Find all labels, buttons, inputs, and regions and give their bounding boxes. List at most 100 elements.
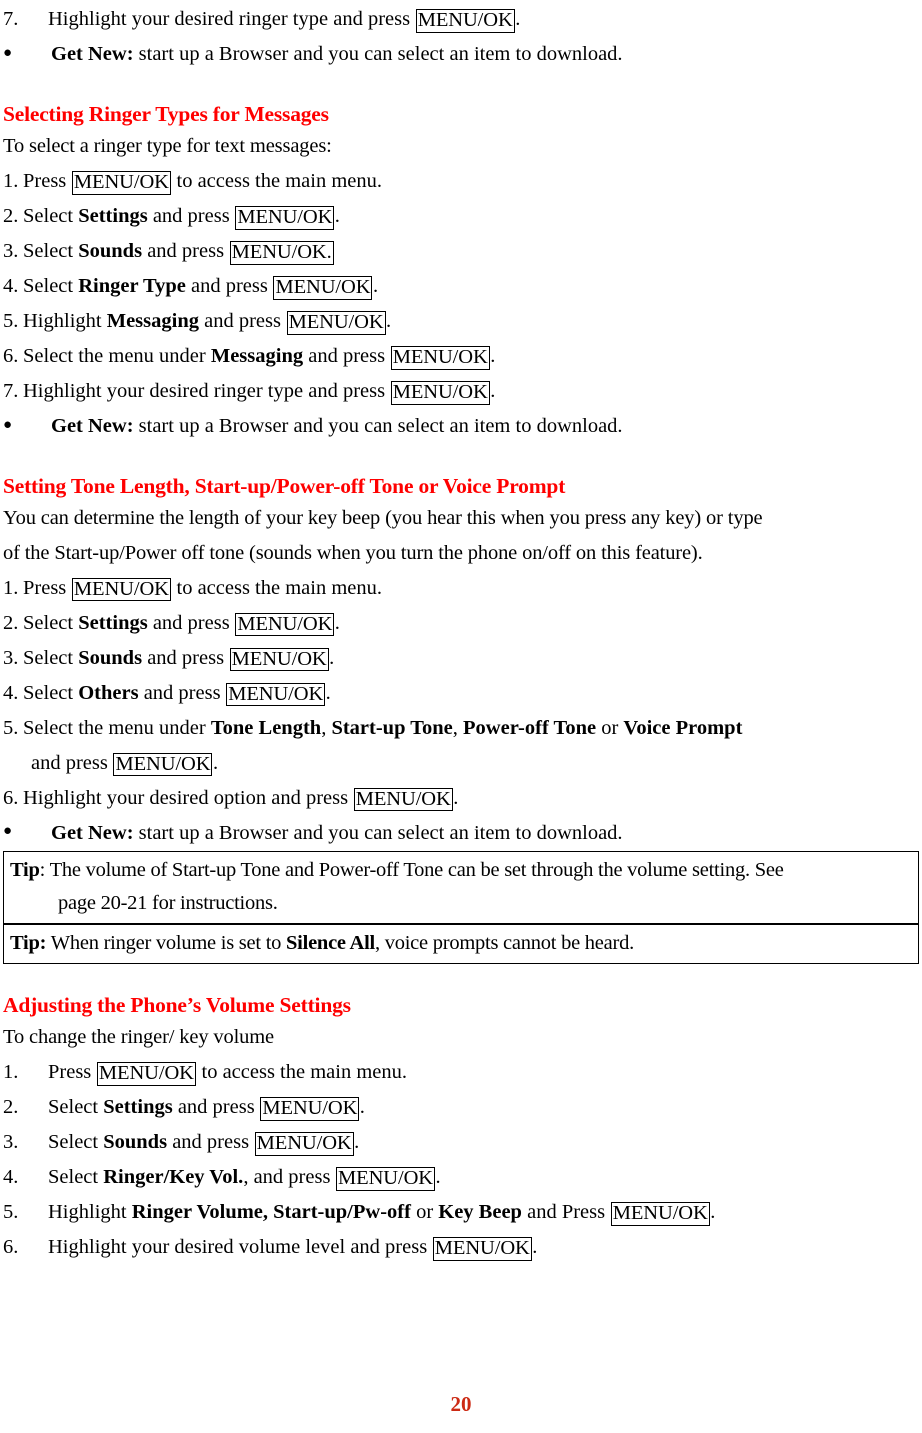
list-item: 3. Select Sounds and press MENU/OK. bbox=[3, 641, 919, 676]
list-item: 1. Press MENU/OK to access the main menu. bbox=[3, 1055, 919, 1090]
step-text: Highlight bbox=[23, 309, 107, 332]
key-menu-ok: MENU/OK bbox=[273, 275, 373, 300]
menu-name: Sounds bbox=[78, 239, 143, 262]
menu-name: Others bbox=[78, 681, 139, 704]
step-text-after: . bbox=[334, 611, 340, 634]
list-marker: 7. bbox=[3, 379, 19, 402]
list-item-continuation: and press MENU/OK. bbox=[3, 746, 919, 781]
menu-name: Silence All bbox=[286, 932, 375, 955]
step-text: Press bbox=[23, 576, 72, 599]
step-text: Highlight bbox=[48, 1201, 132, 1224]
tip-text: When ringer volume is set to bbox=[50, 932, 287, 955]
step-text-mid: and press bbox=[147, 204, 235, 227]
list-item: 6. Highlight your desired option and pres… bbox=[3, 781, 919, 816]
section-heading-volume: Adjusting the Phone’s Volume Settings bbox=[3, 993, 351, 1018]
bullet-dot-icon: ● bbox=[3, 416, 13, 433]
key-menu-ok: MENU/OK bbox=[71, 170, 171, 195]
list-item: 7. Highlight your desired ringer type and… bbox=[3, 2, 919, 37]
get-new-text: start up a Browser and you can select an… bbox=[133, 821, 623, 844]
step-text-after: . bbox=[710, 1201, 716, 1224]
step-text-after: . bbox=[490, 379, 496, 402]
step-text-after: . bbox=[490, 344, 496, 367]
list-marker: 5. bbox=[3, 1201, 19, 1224]
step-text: Highlight your desired option and press bbox=[23, 786, 354, 809]
key-menu-ok: MENU/OK bbox=[260, 1097, 360, 1122]
key-menu-ok: MENU/OK bbox=[336, 1167, 436, 1192]
list-item: 3. Select Sounds and press MENU/OK. bbox=[3, 234, 919, 269]
list-marker: 4. bbox=[3, 274, 19, 297]
bullet-dot-icon: ● bbox=[3, 44, 13, 61]
list-marker: 6. bbox=[3, 786, 19, 809]
key-menu-ok: MENU/OK bbox=[432, 1237, 532, 1262]
list-item: 3. Select Sounds and press MENU/OK. bbox=[3, 1125, 919, 1160]
step-text-after: . bbox=[325, 681, 331, 704]
bullet-item-get-new: ● Get New: start up a Browser and you can… bbox=[3, 816, 919, 852]
step-text: Select bbox=[48, 1166, 104, 1189]
get-new-label: Get New: bbox=[51, 821, 134, 844]
menu-name: Sounds bbox=[103, 1131, 168, 1154]
section-intro-volume: To change the ringer/ key volume bbox=[3, 1026, 274, 1049]
list-item: 6. Select the menu under Messaging and pr… bbox=[3, 339, 919, 374]
step-text-after: . bbox=[435, 1166, 441, 1189]
key-menu-ok: MENU/OK bbox=[71, 577, 171, 602]
menu-name: Sounds bbox=[78, 646, 143, 669]
list-item: 6. Highlight your desired volume level an… bbox=[3, 1230, 919, 1265]
key-menu-ok: MENU/OK bbox=[353, 787, 453, 812]
step-text-mid: and press bbox=[147, 611, 235, 634]
tip-label: Tip: bbox=[10, 932, 47, 955]
key-menu-ok: MENU/OK bbox=[235, 612, 335, 637]
tip-line: Tip: The volume of Start-up Tone and Pow… bbox=[10, 854, 912, 887]
separator: or bbox=[596, 716, 624, 739]
key-menu-ok: MENU/OK bbox=[235, 205, 335, 230]
step-text-mid: and press bbox=[142, 239, 230, 262]
menu-name: Voice Prompt bbox=[623, 716, 743, 739]
step-text: Select the menu under bbox=[23, 344, 211, 367]
tip-line: Tip: When ringer volume is set to Silenc… bbox=[10, 927, 912, 960]
step-text-mid: , and press bbox=[243, 1166, 336, 1189]
step-text-after: . bbox=[212, 751, 219, 774]
menu-name: Settings bbox=[78, 611, 148, 634]
list-marker: 5. bbox=[3, 309, 19, 332]
step-text-after: . bbox=[515, 8, 521, 30]
step-text: Highlight your desired volume level and … bbox=[48, 1236, 433, 1259]
step-text-after: . bbox=[359, 1096, 365, 1119]
list-item: 7. Highlight your desired ringer type and… bbox=[3, 374, 919, 409]
key-menu-ok: MENU/OK bbox=[390, 380, 490, 405]
section-intro-tone-line2: of the Start-up/Power off tone (sounds w… bbox=[3, 541, 703, 564]
bullet-item-get-new: ● Get New: start up a Browser and you can… bbox=[3, 37, 919, 73]
step-text-after: . bbox=[372, 274, 379, 297]
list-item: 2. Select Settings and press MENU/OK. bbox=[3, 1090, 919, 1125]
step-text: Select bbox=[23, 611, 79, 634]
list-marker: 1. bbox=[3, 576, 19, 599]
menu-name: Start-up Tone bbox=[331, 716, 453, 739]
step-text: Select bbox=[23, 239, 79, 262]
step-text-after: . bbox=[334, 204, 340, 227]
list-marker: 7. bbox=[3, 8, 19, 30]
step-text-mid: and press bbox=[303, 344, 391, 367]
menu-name: Settings bbox=[103, 1096, 173, 1119]
step-text: Select the menu under bbox=[23, 716, 211, 739]
list-item: 1. Press MENU/OK to access the main menu. bbox=[3, 164, 919, 199]
step-text-after: . bbox=[453, 786, 459, 809]
tip-label: Tip bbox=[10, 859, 40, 882]
list-item: 2. Select Settings and press MENU/OK. bbox=[3, 606, 919, 641]
list-marker: 5. bbox=[3, 716, 19, 739]
get-new-text: start up a Browser and you can select an… bbox=[133, 43, 623, 65]
list-marker: 6. bbox=[3, 344, 19, 367]
separator: , bbox=[321, 716, 332, 739]
tip-box-silence: Tip: When ringer volume is set to Silenc… bbox=[3, 924, 919, 965]
step-text-mid: and press bbox=[167, 1131, 255, 1154]
key-menu-ok: MENU/OK bbox=[229, 647, 329, 672]
step-text: Press bbox=[23, 169, 72, 192]
step-text: Highlight your desired ringer type and p… bbox=[23, 379, 391, 402]
list-marker: 2. bbox=[3, 204, 19, 227]
list-item: 5. Select the menu under Tone Length, Sta… bbox=[3, 711, 919, 746]
tip-separator: : bbox=[39, 859, 50, 882]
step-text: Select bbox=[48, 1131, 104, 1154]
list-marker: 3. bbox=[3, 239, 19, 262]
list-item: 4. Select Ringer Type and press MENU/OK. bbox=[3, 269, 919, 304]
key-menu-ok: MENU/OK bbox=[610, 1202, 710, 1227]
list-marker: 2. bbox=[3, 1096, 19, 1119]
